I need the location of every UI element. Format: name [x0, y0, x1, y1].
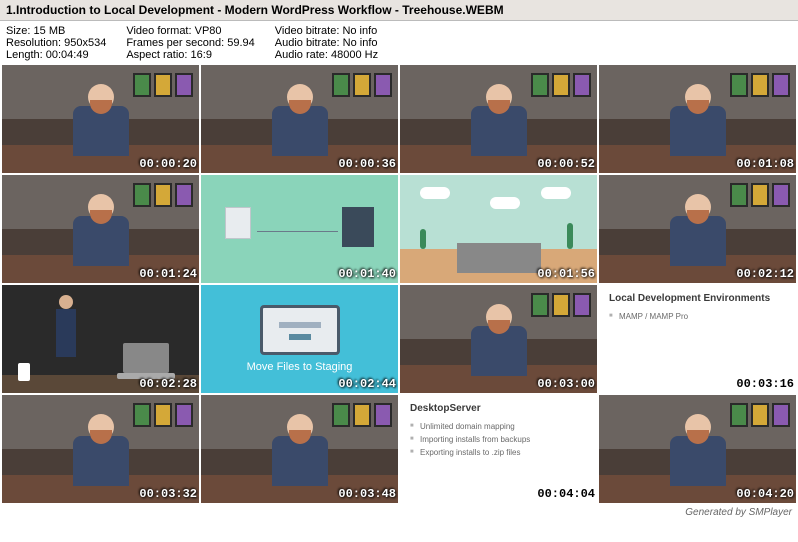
- file-title: 1.Introduction to Local Development - Mo…: [6, 3, 792, 17]
- thumbnail[interactable]: 00:00:52: [400, 65, 597, 173]
- fps-value: 59.94: [227, 37, 255, 49]
- thumbnail[interactable]: Local Development Environments MAMP / MA…: [599, 285, 796, 393]
- resolution-label: Resolution:: [6, 37, 61, 49]
- size-value: 15 MB: [34, 25, 66, 37]
- thumbnail[interactable]: Move Files to Staging 00:02:44: [201, 285, 398, 393]
- length-label: Length:: [6, 49, 43, 61]
- slide-item: Importing installs from backups: [410, 433, 587, 446]
- timestamp: 00:01:24: [139, 267, 197, 281]
- timestamp: 00:03:16: [736, 377, 794, 391]
- video-format-label: Video format:: [126, 25, 191, 37]
- slide-item: MAMP / MAMP Pro: [609, 310, 786, 323]
- timestamp: 00:02:12: [736, 267, 794, 281]
- thumbnail[interactable]: 00:01:40: [201, 175, 398, 283]
- slide-item: Exporting installs to .zip files: [410, 446, 587, 459]
- timestamp: 00:01:40: [338, 267, 396, 281]
- thumbnail-grid: 00:00:20 00:00:36 00:00:52 00:01:08 00:0…: [0, 63, 798, 505]
- thumbnail[interactable]: 00:04:20: [599, 395, 796, 503]
- metadata-block: Size: 15 MB Resolution: 950x534 Length: …: [0, 21, 798, 63]
- timestamp: 00:03:48: [338, 487, 396, 501]
- thumbnail[interactable]: 00:01:08: [599, 65, 796, 173]
- audio-bitrate-label: Audio bitrate:: [275, 37, 340, 49]
- footer-credit: Generated by SMPlayer: [0, 505, 798, 520]
- timestamp: 00:04:04: [537, 487, 595, 501]
- video-format-value: VP80: [195, 25, 222, 37]
- thumbnail[interactable]: 00:02:12: [599, 175, 796, 283]
- length-value: 00:04:49: [46, 49, 89, 61]
- timestamp: 00:03:32: [139, 487, 197, 501]
- audio-rate-label: Audio rate:: [275, 49, 328, 61]
- timestamp: 00:04:20: [736, 487, 794, 501]
- fps-label: Frames per second:: [126, 37, 224, 49]
- aspect-ratio-value: 16:9: [191, 49, 212, 61]
- audio-bitrate-value: No info: [343, 37, 378, 49]
- timestamp: 00:01:56: [537, 267, 595, 281]
- timestamp: 00:00:20: [139, 157, 197, 171]
- thumbnail[interactable]: 00:03:32: [2, 395, 199, 503]
- thumbnail[interactable]: 00:02:28: [2, 285, 199, 393]
- audio-rate-value: 48000 Hz: [331, 49, 378, 61]
- thumbnail[interactable]: 00:01:24: [2, 175, 199, 283]
- video-bitrate-label: Video bitrate:: [275, 25, 340, 37]
- thumbnail[interactable]: DesktopServer Unlimited domain mapping I…: [400, 395, 597, 503]
- timestamp: 00:03:00: [537, 377, 595, 391]
- video-bitrate-value: No info: [342, 25, 377, 37]
- staging-label: Move Files to Staging: [247, 361, 353, 373]
- slide-item: Unlimited domain mapping: [410, 420, 587, 433]
- resolution-value: 950x534: [64, 37, 106, 49]
- timestamp: 00:02:44: [338, 377, 396, 391]
- thumbnail[interactable]: 00:03:48: [201, 395, 398, 503]
- timestamp: 00:00:52: [537, 157, 595, 171]
- file-header: 1.Introduction to Local Development - Mo…: [0, 0, 798, 21]
- aspect-ratio-label: Aspect ratio:: [126, 49, 187, 61]
- timestamp: 00:01:08: [736, 157, 794, 171]
- thumbnail[interactable]: 00:00:20: [2, 65, 199, 173]
- thumbnail[interactable]: 00:01:56: [400, 175, 597, 283]
- slide-title: DesktopServer: [410, 403, 587, 414]
- thumbnail[interactable]: 00:00:36: [201, 65, 398, 173]
- size-label: Size:: [6, 25, 30, 37]
- timestamp: 00:02:28: [139, 377, 197, 391]
- thumbnail[interactable]: 00:03:00: [400, 285, 597, 393]
- slide-title: Local Development Environments: [609, 293, 786, 304]
- timestamp: 00:00:36: [338, 157, 396, 171]
